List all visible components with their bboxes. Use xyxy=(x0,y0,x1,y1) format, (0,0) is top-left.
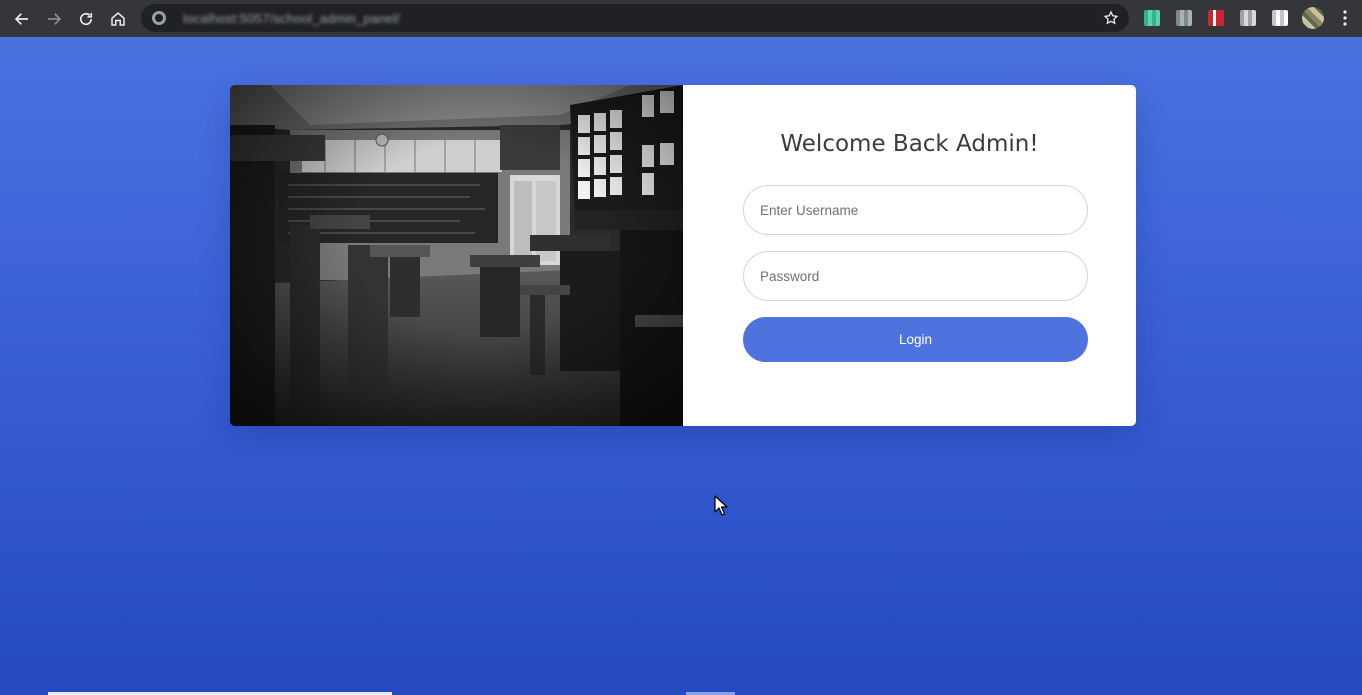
extension-icon[interactable] xyxy=(1272,10,1288,26)
password-input[interactable] xyxy=(743,251,1088,301)
page-background: Welcome Back Admin! Login xyxy=(0,37,1362,695)
back-icon[interactable] xyxy=(8,5,36,33)
extension-icon[interactable] xyxy=(1208,10,1224,26)
classroom-photo xyxy=(230,85,683,426)
login-form: Welcome Back Admin! Login xyxy=(683,85,1136,426)
kebab-menu-icon[interactable] xyxy=(1338,8,1352,28)
extension-icon[interactable] xyxy=(1144,10,1160,26)
mouse-cursor-icon xyxy=(714,495,728,516)
login-button[interactable]: Login xyxy=(743,317,1088,362)
home-icon[interactable] xyxy=(104,5,132,33)
site-info-icon[interactable] xyxy=(151,10,167,26)
profile-avatar-icon[interactable] xyxy=(1302,7,1324,29)
url-text[interactable]: localhost:5057/school_admin_panel/ xyxy=(183,11,400,26)
username-input[interactable] xyxy=(743,185,1088,235)
extension-icon[interactable] xyxy=(1240,10,1256,26)
extension-icon[interactable] xyxy=(1176,10,1192,26)
star-icon[interactable] xyxy=(1103,10,1119,26)
address-bar[interactable]: localhost:5057/school_admin_panel/ xyxy=(141,4,1129,32)
browser-toolbar: localhost:5057/school_admin_panel/ xyxy=(0,0,1362,37)
login-card: Welcome Back Admin! Login xyxy=(230,85,1136,426)
reload-icon[interactable] xyxy=(72,5,100,33)
page-title: Welcome Back Admin! xyxy=(780,131,1039,157)
forward-icon[interactable] xyxy=(40,5,68,33)
